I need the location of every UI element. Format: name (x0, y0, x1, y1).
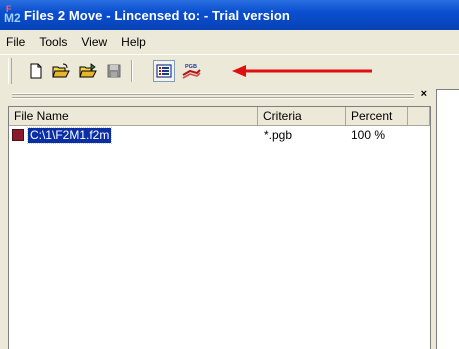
right-pane[interactable] (436, 90, 459, 349)
menu-file[interactable]: File (0, 30, 32, 54)
column-criteria[interactable]: Criteria (258, 107, 346, 126)
file-icon (12, 129, 24, 141)
column-file-name[interactable]: File Name (9, 107, 258, 126)
list-view-button[interactable] (153, 60, 175, 82)
list-item[interactable]: C:\1\F2M1.f2m *.pgb 100 % (9, 127, 430, 144)
title-bar[interactable]: F M2 Files 2 Move - Lincensed to: - Tria… (0, 0, 459, 30)
file-percent: 100 % (351, 128, 386, 142)
pgb-icon: PGB (182, 64, 201, 79)
app-icon[interactable]: F M2 (4, 4, 22, 26)
window-title: Files 2 Move - Lincensed to: - Trial ver… (24, 7, 290, 23)
panel-header[interactable]: × (8, 88, 433, 103)
close-icon[interactable]: × (421, 88, 427, 100)
app-icon-main: M2 (4, 11, 21, 25)
column-percent[interactable]: Percent (346, 107, 408, 126)
column-filler (408, 107, 430, 126)
new-icon (30, 63, 42, 79)
menu-help[interactable]: Help (114, 30, 153, 54)
menu-tools[interactable]: Tools (32, 30, 74, 54)
open-folder-icon (79, 63, 97, 78)
pgb-label: PGB (185, 64, 197, 70)
toolbar-separator (131, 60, 133, 82)
open-icon (52, 63, 70, 78)
panel-grip[interactable] (12, 93, 414, 99)
pgb-button[interactable]: PGB (180, 60, 202, 82)
menu-view[interactable]: View (74, 30, 114, 54)
file-criteria: *.pgb (264, 128, 293, 142)
new-button[interactable] (25, 60, 47, 82)
file-list[interactable]: File Name Criteria Percent C:\1\F2M1.f2m… (8, 106, 431, 349)
save-icon (107, 64, 121, 78)
save-button[interactable] (103, 60, 125, 82)
file-name[interactable]: C:\1\F2M1.f2m (26, 127, 113, 144)
list-header: File Name Criteria Percent (9, 107, 430, 126)
open-button[interactable] (50, 60, 72, 82)
list-view-icon (156, 64, 172, 78)
open-folder-button[interactable] (77, 60, 99, 82)
toolbar-grip[interactable] (8, 58, 12, 84)
red-arrow-icon (232, 65, 372, 77)
file-panel: × File Name Criteria Percent C:\1\F2M1.f… (8, 88, 433, 349)
menu-bar: File Tools View Help (0, 30, 459, 54)
